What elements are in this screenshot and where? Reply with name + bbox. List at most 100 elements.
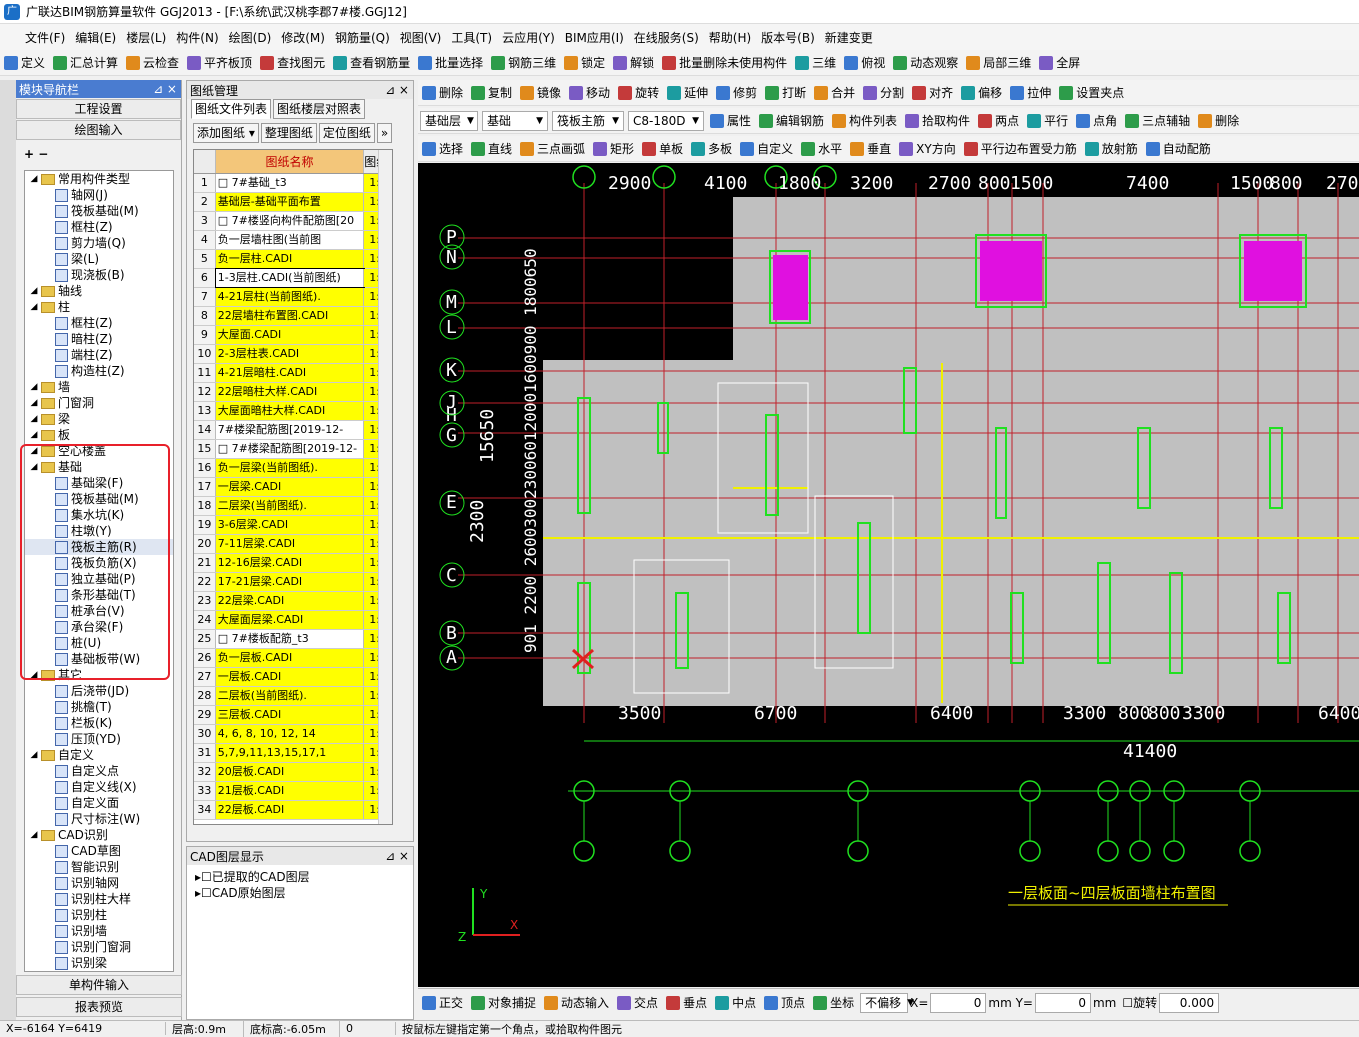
member-select[interactable]: 筏板主筋 ▼ (552, 110, 624, 131)
tb2-button-0[interactable]: 删除 (418, 82, 467, 104)
add-drawing-button[interactable]: 添加图纸 ▾ (193, 123, 259, 143)
menu-item-5[interactable]: 修改(M) (276, 29, 330, 46)
row-drawing-name[interactable]: 大屋面暗柱大样.CADI (215, 402, 365, 420)
expand-icon[interactable]: ◢ (29, 827, 39, 843)
row-drawing-name[interactable]: 12-16层梁.CADI (215, 554, 365, 572)
tree-item[interactable]: 挑檐(T) (25, 699, 173, 715)
tb4-button-10[interactable]: 平行边布置受力筋 (960, 138, 1081, 160)
table-row[interactable]: 102-3层柱表.CADI1:1 (194, 345, 392, 364)
tb2-button-12[interactable]: 拉伸 (1006, 82, 1055, 104)
table-row[interactable]: 114-21层暗柱.CADI1:1 (194, 364, 392, 383)
row-drawing-name[interactable]: 4-21层柱(当前图纸). (215, 288, 365, 306)
row-drawing-name[interactable]: 7#楼梁配筋图[2019-12- (216, 421, 365, 439)
tab-floor-map[interactable]: 图纸楼层对照表 (273, 99, 366, 119)
table-row[interactable]: 26负一层板.CADI1:1 (194, 649, 392, 668)
tree-item[interactable]: 尺寸标注(W) (25, 811, 173, 827)
row-drawing-name[interactable]: 4, 6, 8, 10, 12, 14 (215, 725, 365, 743)
project-settings-button[interactable]: 工程设置 (16, 99, 181, 119)
tb1-button-8[interactable]: 锁定 (560, 52, 609, 74)
menu-item-9[interactable]: 云应用(Y) (497, 29, 560, 46)
table-row[interactable]: 822层墙柱布置图.CADI1:1 (194, 307, 392, 326)
tree-item[interactable]: 自定义面 (25, 795, 173, 811)
report-preview-button[interactable]: 报表预览 (16, 997, 182, 1017)
table-row[interactable]: 15□ 7#楼梁配筋图[2019-12-1:1 (194, 440, 392, 459)
row-drawing-name[interactable]: 17-21层梁.CADI (215, 573, 365, 591)
tree-item[interactable]: CAD草图 (25, 843, 173, 859)
row-drawing-name[interactable]: □ 7#楼竖向构件配筋图[20 (216, 212, 365, 230)
row-drawing-name[interactable]: 负一层墙柱图(当前图 (216, 231, 365, 249)
row-drawing-name[interactable]: 二层板(当前图纸). (215, 687, 365, 705)
table-row[interactable]: 3220层板.CADI1:1 (194, 763, 392, 782)
menu-item-0[interactable]: 文件(F) (20, 29, 70, 46)
rotate-input[interactable]: 0.000 (1159, 992, 1220, 1013)
tb3-button-2[interactable]: 构件列表 (828, 110, 901, 132)
tree-item[interactable]: ◢ 板 (25, 427, 173, 443)
tb3-button-7[interactable]: 三点辅轴 (1121, 110, 1194, 132)
tb4-button-2[interactable]: 三点画弧 (516, 138, 589, 160)
tb4-button-0[interactable]: 选择 (418, 138, 467, 160)
snap-button-3[interactable]: 交点 (613, 992, 662, 1014)
menu-item-11[interactable]: 在线服务(S) (629, 29, 704, 46)
rotate-checkbox[interactable]: ☐ (1122, 996, 1133, 1010)
table-row[interactable]: 3321层板.CADI1:1 (194, 782, 392, 801)
row-drawing-name[interactable]: 大屋面.CADI (215, 326, 365, 344)
tb4-button-3[interactable]: 矩形 (589, 138, 638, 160)
tree-item[interactable]: 压顶(YD) (25, 731, 173, 747)
tb1-button-3[interactable]: 平齐板顶 (183, 52, 256, 74)
tb2-button-9[interactable]: 分割 (859, 82, 908, 104)
tb3-button-0[interactable]: 属性 (706, 110, 755, 132)
table-row[interactable]: 74-21层柱(当前图纸).1:1 (194, 288, 392, 307)
tb1-button-13[interactable]: 动态观察 (889, 52, 962, 74)
row-drawing-name[interactable]: 基础层-基础平面布置 (215, 193, 365, 211)
row-drawing-name[interactable]: 大屋面层梁.CADI (215, 611, 365, 629)
row-drawing-name[interactable]: □ 7#基础_t3 (216, 174, 365, 192)
tb2-button-4[interactable]: 旋转 (614, 82, 663, 104)
snap-button-7[interactable]: 坐标 (809, 992, 858, 1014)
tb4-button-11[interactable]: 放射筋 (1081, 138, 1142, 160)
row-drawing-name[interactable]: 22层梁.CADI (215, 592, 365, 610)
table-row[interactable]: 2基础层-基础平面布置1:1 (194, 193, 392, 212)
table-scrollbar[interactable] (378, 150, 392, 824)
table-row[interactable]: 2112-16层梁.CADI1:1 (194, 554, 392, 573)
tb3-button-1[interactable]: 编辑钢筋 (755, 110, 828, 132)
table-row[interactable]: 147#楼梁配筋图[2019-12-1:1 (194, 421, 392, 440)
tb3-button-4[interactable]: 两点 (974, 110, 1023, 132)
row-drawing-name[interactable]: 2-3层柱表.CADI (215, 345, 365, 363)
tb1-button-9[interactable]: 解锁 (609, 52, 658, 74)
tree-item[interactable]: 识别门窗洞 (25, 939, 173, 955)
tb1-button-7[interactable]: 钢筋三维 (487, 52, 560, 74)
tb3-button-5[interactable]: 平行 (1023, 110, 1072, 132)
tree-item[interactable]: 轴网(J) (25, 187, 173, 203)
type-select[interactable]: 基础 ▼ (482, 110, 548, 131)
table-row[interactable]: 27一层板.CADI1:1 (194, 668, 392, 687)
tree-item[interactable]: ◢ 柱 (25, 299, 173, 315)
tree-item[interactable]: 剪力墙(Q) (25, 235, 173, 251)
menu-item-14[interactable]: 新建变更 (820, 29, 878, 46)
tree-item[interactable]: 后浇带(JD) (25, 683, 173, 699)
single-member-input-button[interactable]: 单构件输入 (16, 975, 182, 995)
tb2-button-1[interactable]: 复制 (467, 82, 516, 104)
tree-item[interactable]: ◢ 梁 (25, 411, 173, 427)
table-row[interactable]: 9大屋面.CADI1:1 (194, 326, 392, 345)
row-drawing-name[interactable]: 22层板.CADI (215, 801, 365, 819)
tb1-button-0[interactable]: 定义 (0, 52, 49, 74)
expand-collapse-icon[interactable]: + − (16, 141, 181, 165)
tb1-button-2[interactable]: 云检查 (122, 52, 183, 74)
tree-item[interactable]: 识别柱 (25, 907, 173, 923)
row-drawing-name[interactable]: 二层梁(当前图纸). (215, 497, 365, 515)
rebar-select[interactable]: C8-180D ▼ (628, 110, 704, 131)
snap-button-6[interactable]: 顶点 (760, 992, 809, 1014)
row-drawing-name[interactable]: 三层板.CADI (215, 706, 365, 724)
tb4-button-7[interactable]: 水平 (797, 138, 846, 160)
table-row[interactable]: 4负一层墙柱图(当前图1:1 (194, 231, 392, 250)
cad-canvas[interactable]: 2900 4100 1800 3200 2700 800 1500 7400 1500 800… (418, 163, 1359, 987)
expand-icon[interactable]: ◢ (29, 427, 39, 443)
expand-icon[interactable]: ◢ (29, 283, 39, 299)
tb2-button-13[interactable]: 设置夹点 (1055, 82, 1128, 104)
table-row[interactable]: 304, 6, 8, 10, 12, 141:1 (194, 725, 392, 744)
expand-icon[interactable]: ◢ (29, 171, 39, 187)
x-input[interactable]: 0 (930, 992, 987, 1013)
table-row[interactable]: 17一层梁.CADI1:1 (194, 478, 392, 497)
tree-item[interactable]: 智能识别 (25, 859, 173, 875)
tb4-button-5[interactable]: 多板 (687, 138, 736, 160)
